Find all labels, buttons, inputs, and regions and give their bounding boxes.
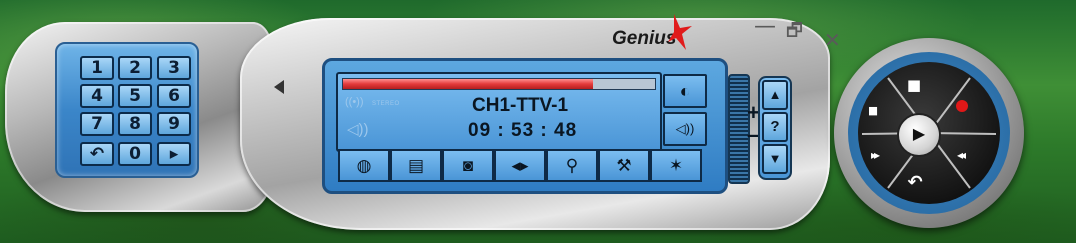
pause-button[interactable]: ▮▮	[860, 104, 884, 117]
restore-button[interactable]: 🗗	[786, 18, 803, 48]
minimize-button[interactable]: —	[754, 14, 776, 39]
fast-forward-button[interactable]: ▸▸	[862, 148, 886, 162]
rotate-icon: ◐	[679, 81, 691, 101]
mute-indicator-icon: ◁))	[347, 121, 369, 138]
key-6[interactable]: 6	[157, 84, 191, 108]
search-button[interactable]: ⚲	[546, 149, 598, 182]
channel-name: CH1-TTV-1	[472, 95, 569, 116]
stereo-icon: ((•))	[345, 96, 364, 108]
settings-button[interactable]: ⚒	[598, 149, 650, 182]
channel-down-button[interactable]: ▼	[762, 144, 788, 174]
swap-button[interactable]: ◂▸	[494, 149, 546, 182]
record-button[interactable]	[956, 100, 968, 112]
close-button[interactable]: ✕	[824, 28, 841, 52]
key-5[interactable]: 5	[118, 84, 152, 108]
key-2[interactable]: 2	[118, 56, 152, 80]
play-button[interactable]: ▶	[897, 113, 941, 157]
rotate-button[interactable]: ◐	[663, 74, 707, 108]
key-3[interactable]: 3	[157, 56, 191, 80]
key-9[interactable]: 9	[157, 112, 191, 136]
progress-bar[interactable]	[342, 78, 656, 90]
globe-icon: ◍	[356, 156, 372, 175]
window-button[interactable]: ▤	[390, 149, 442, 182]
globe-button[interactable]: ◍	[338, 149, 390, 182]
speaker-icon: ◁))	[675, 121, 695, 136]
stereo-label: STEREO	[372, 101, 400, 107]
channel-up-button[interactable]: ▲	[762, 80, 788, 110]
bug-icon: ✶	[668, 156, 684, 175]
swap-icon: ◂▸	[511, 156, 529, 175]
key-4[interactable]: 4	[80, 84, 114, 108]
genius-star-icon	[668, 14, 692, 50]
search-icon: ⚲	[565, 156, 579, 175]
window-icon: ▤	[407, 156, 425, 175]
key-return-icon[interactable]: ↶	[80, 142, 114, 166]
key-8[interactable]: 8	[118, 112, 152, 136]
key-1[interactable]: 1	[80, 56, 114, 80]
rewind-button[interactable]: ◂◂	[948, 148, 972, 162]
snapshot-button[interactable]: ◙	[442, 149, 494, 182]
progress-fill	[343, 79, 593, 89]
key-0[interactable]: 0	[118, 142, 152, 166]
key-enter-icon[interactable]: ▸	[157, 142, 191, 166]
bug-button[interactable]: ✶	[650, 149, 702, 182]
time-display: 09 : 53 : 48	[468, 120, 578, 141]
key-7[interactable]: 7	[80, 112, 114, 136]
audio-button[interactable]: ◁))	[663, 112, 707, 146]
snapshot-icon: ◙	[462, 156, 474, 175]
back-button[interactable]: ↶	[903, 172, 927, 193]
settings-icon: ⚒	[616, 156, 632, 175]
collapse-arrow-icon[interactable]	[274, 80, 284, 94]
stop-button[interactable]: ■	[902, 76, 926, 94]
help-button[interactable]: ?	[762, 112, 788, 142]
